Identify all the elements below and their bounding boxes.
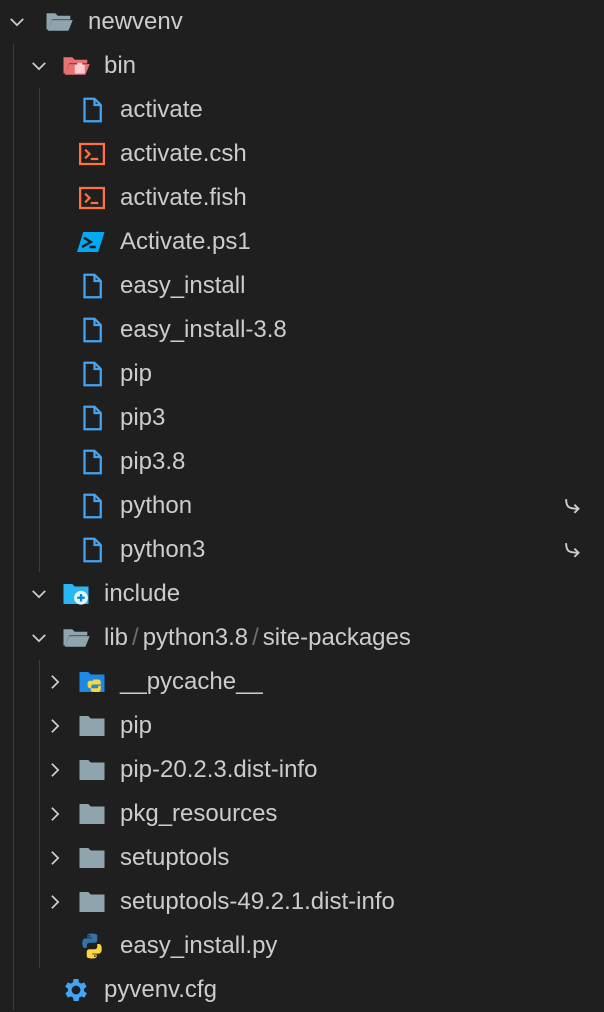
chevron-right-icon[interactable] bbox=[44, 715, 66, 737]
tree-label: setuptools bbox=[120, 844, 230, 871]
tree-label: include bbox=[104, 580, 181, 607]
tree-label: bin bbox=[104, 52, 137, 79]
powershell-icon bbox=[77, 227, 107, 257]
tree-row-file[interactable]: pip3.8 bbox=[0, 440, 604, 484]
path-separator: / bbox=[252, 624, 259, 651]
path-segment-python[interactable]: python3.8 bbox=[143, 624, 248, 651]
folder-icon bbox=[77, 843, 107, 873]
tree-row-file[interactable]: pip bbox=[0, 352, 604, 396]
tree-label: pip bbox=[120, 712, 153, 739]
folder-open-icon bbox=[44, 7, 74, 37]
tree-label: __pycache__ bbox=[120, 668, 263, 695]
tree-row-file[interactable]: python bbox=[0, 484, 604, 528]
file-icon bbox=[77, 447, 107, 477]
gear-icon bbox=[61, 975, 91, 1005]
symlink-arrow-icon bbox=[562, 539, 584, 561]
tree-row-folder[interactable]: pip bbox=[0, 704, 604, 748]
chevron-right-icon[interactable] bbox=[44, 891, 66, 913]
tree-row-file[interactable]: easy_install bbox=[0, 264, 604, 308]
chevron-down-icon[interactable] bbox=[6, 11, 28, 33]
tree-label: easy_install-3.8 bbox=[120, 316, 287, 343]
tree-row-folder[interactable]: pip-20.2.3.dist-info bbox=[0, 748, 604, 792]
tree-label: activate bbox=[120, 96, 203, 123]
tree-row-folder[interactable]: __pycache__ bbox=[0, 660, 604, 704]
chevron-down-icon[interactable] bbox=[28, 55, 50, 77]
tree-row-bin[interactable]: bin bbox=[0, 44, 604, 88]
path-segment-lib[interactable]: lib bbox=[104, 624, 128, 651]
tree-label: Activate.ps1 bbox=[120, 228, 251, 255]
tree-row-file[interactable]: easy_install-3.8 bbox=[0, 308, 604, 352]
tree-row-newvenv[interactable]: newvenv bbox=[0, 0, 604, 44]
chevron-right-icon[interactable] bbox=[44, 847, 66, 869]
terminal-icon bbox=[77, 183, 107, 213]
tree-row-file[interactable]: pip3 bbox=[0, 396, 604, 440]
file-icon bbox=[77, 403, 107, 433]
file-icon bbox=[77, 271, 107, 301]
tree-label: pip3.8 bbox=[120, 448, 186, 475]
file-icon bbox=[77, 535, 107, 565]
folder-open-bin-icon bbox=[61, 51, 91, 81]
tree-row-file[interactable]: python3 bbox=[0, 528, 604, 572]
folder-icon bbox=[77, 887, 107, 917]
tree-row-folder[interactable]: setuptools-49.2.1.dist-info bbox=[0, 880, 604, 924]
tree-label: activate.fish bbox=[120, 184, 247, 211]
terminal-icon bbox=[77, 139, 107, 169]
file-icon bbox=[77, 359, 107, 389]
tree-label: easy_install.py bbox=[120, 932, 278, 959]
tree-row-file[interactable]: activate.fish bbox=[0, 176, 604, 220]
tree-row-file[interactable]: easy_install.py bbox=[0, 924, 604, 968]
tree-label: pyvenv.cfg bbox=[104, 976, 217, 1003]
tree-row-folder[interactable]: pkg_resources bbox=[0, 792, 604, 836]
symlink-arrow-icon bbox=[562, 495, 584, 517]
tree-row-file[interactable]: Activate.ps1 bbox=[0, 220, 604, 264]
chevron-down-icon[interactable] bbox=[28, 583, 50, 605]
tree-label: activate.csh bbox=[120, 140, 247, 167]
tree-row-file[interactable]: activate bbox=[0, 88, 604, 132]
tree-label: easy_install bbox=[120, 272, 246, 299]
folder-python-icon bbox=[77, 667, 107, 697]
folder-icon bbox=[77, 755, 107, 785]
tree-label: pkg_resources bbox=[120, 800, 278, 827]
file-explorer-tree: newvenv bin activate activate.csh activa… bbox=[0, 0, 604, 1010]
folder-include-icon bbox=[61, 579, 91, 609]
tree-label: newvenv bbox=[88, 8, 183, 35]
folder-icon bbox=[77, 799, 107, 829]
tree-row-include[interactable]: include bbox=[0, 572, 604, 616]
chevron-right-icon[interactable] bbox=[44, 759, 66, 781]
path-separator: / bbox=[132, 624, 139, 651]
tree-label: setuptools-49.2.1.dist-info bbox=[120, 888, 395, 915]
tree-label: pip3 bbox=[120, 404, 166, 431]
file-icon bbox=[77, 491, 107, 521]
tree-row-lib-python-site-packages[interactable]: lib / python3.8/site-packages bbox=[0, 616, 604, 660]
compact-folder-path: lib / python3.8/site-packages bbox=[104, 616, 411, 660]
chevron-right-icon[interactable] bbox=[44, 803, 66, 825]
tree-row-file[interactable]: pyvenv.cfg bbox=[0, 968, 604, 1012]
tree-label: pip bbox=[120, 360, 153, 387]
chevron-right-icon[interactable] bbox=[44, 671, 66, 693]
file-icon bbox=[77, 95, 107, 125]
tree-label: python3 bbox=[120, 536, 206, 563]
chevron-down-icon[interactable] bbox=[28, 627, 50, 649]
tree-row-folder[interactable]: setuptools bbox=[0, 836, 604, 880]
tree-label: pip-20.2.3.dist-info bbox=[120, 756, 318, 783]
folder-open-icon bbox=[61, 623, 91, 653]
python-icon bbox=[77, 931, 107, 961]
path-segment-site-packages[interactable]: site-packages bbox=[263, 624, 411, 651]
tree-row-file[interactable]: activate.csh bbox=[0, 132, 604, 176]
file-icon bbox=[77, 315, 107, 345]
folder-icon bbox=[77, 711, 107, 741]
tree-label: python bbox=[120, 492, 193, 519]
